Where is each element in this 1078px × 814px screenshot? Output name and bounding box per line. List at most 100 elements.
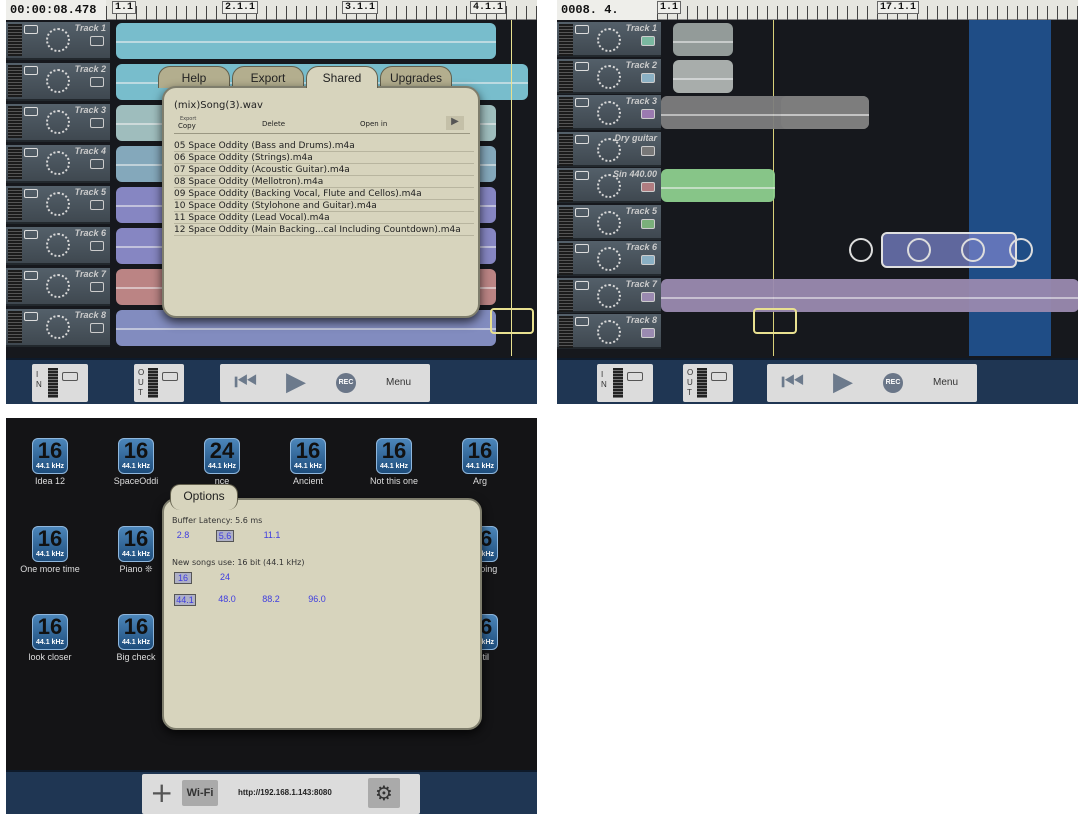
- add-song-button[interactable]: +: [150, 776, 173, 809]
- song-item[interactable]: 16 44.1 kHz look closer: [10, 614, 90, 662]
- delete-button[interactable]: Delete: [262, 120, 285, 128]
- pan-knob[interactable]: [46, 274, 70, 298]
- playhead[interactable]: [511, 20, 512, 356]
- file-list-item[interactable]: 07 Space Oddity (Acoustic Guitar).m4a: [174, 164, 474, 176]
- pan-knob[interactable]: [597, 283, 621, 308]
- file-list-item[interactable]: 11 Space Oddity (Lead Vocal).m4a: [174, 212, 474, 224]
- tab-upgrades[interactable]: Upgrades: [380, 66, 452, 88]
- audio-clip[interactable]: [661, 278, 1078, 312]
- track-mute-icon[interactable]: [641, 182, 655, 192]
- track-mute-icon[interactable]: [90, 159, 104, 169]
- track-record-arm-icon[interactable]: [575, 280, 589, 290]
- track-record-arm-icon[interactable]: [575, 25, 589, 34]
- bit-option-selected[interactable]: 16: [174, 572, 192, 584]
- file-list-item[interactable]: 12 Space Oddity (Main Backing...cal Incl…: [174, 224, 474, 236]
- clip-handle-trim-end[interactable]: [961, 238, 985, 262]
- track-mute-icon[interactable]: [641, 109, 655, 119]
- clip-handle-right[interactable]: [1009, 238, 1033, 262]
- track-record-arm-icon[interactable]: [24, 66, 38, 75]
- pan-knob[interactable]: [597, 247, 621, 271]
- tab-export[interactable]: Export: [232, 66, 304, 88]
- rewind-icon[interactable]: ⏮: [234, 366, 257, 398]
- menu-button[interactable]: Menu: [933, 377, 958, 388]
- audio-clip[interactable]: [116, 23, 496, 59]
- track-record-arm-icon[interactable]: [24, 189, 38, 198]
- file-list-item[interactable]: 05 Space Oddity (Bass and Drums).m4a: [174, 140, 474, 152]
- pan-knob[interactable]: [597, 210, 621, 235]
- song-item[interactable]: 16 44.1 kHz Not this one: [354, 438, 434, 486]
- track-record-arm-icon[interactable]: [575, 171, 589, 180]
- rate-option-selected[interactable]: 44.1: [174, 594, 196, 606]
- pan-knob[interactable]: [46, 151, 70, 175]
- audio-clip[interactable]: [661, 169, 775, 202]
- latency-option[interactable]: 11.1: [262, 530, 282, 540]
- rewind-icon[interactable]: ⏮: [781, 366, 804, 398]
- track-header[interactable]: Track 2: [557, 58, 661, 94]
- track-mute-icon[interactable]: [90, 77, 104, 87]
- track-record-arm-icon[interactable]: [24, 25, 38, 34]
- audio-clip[interactable]: [673, 59, 733, 93]
- selected-clip[interactable]: [881, 232, 1017, 268]
- track-mute-icon[interactable]: [641, 145, 655, 156]
- track-record-arm-icon[interactable]: [575, 244, 589, 253]
- track-header[interactable]: Track 8: [557, 314, 661, 349]
- record-button[interactable]: REC: [336, 373, 356, 393]
- track-record-arm-icon[interactable]: [24, 271, 38, 280]
- track-record-arm-icon[interactable]: [24, 230, 38, 239]
- timeline-ruler[interactable]: 0008. 4. 2.218 1.1 17.1.1: [557, 0, 1078, 37]
- track-header[interactable]: Track 1: [6, 22, 110, 60]
- song-item[interactable]: 16 44.1 kHz Idea 12: [10, 438, 90, 486]
- track-header[interactable]: Track 1: [557, 22, 661, 57]
- track-mute-icon[interactable]: [641, 36, 655, 46]
- track-header[interactable]: Track 3: [557, 95, 661, 130]
- track-header[interactable]: Track 5: [6, 186, 110, 224]
- track-record-arm-icon[interactable]: [24, 107, 38, 116]
- output-level[interactable]: OUT: [683, 364, 733, 402]
- track-record-arm-icon[interactable]: [24, 148, 38, 157]
- track-mute-icon[interactable]: [641, 291, 655, 302]
- latency-option-selected[interactable]: 5.6: [216, 530, 234, 542]
- track-header[interactable]: Sin 440.00: [557, 168, 661, 203]
- timeline-ruler[interactable]: 00:00:08.478 1.1 2.1.1 3.1.1 4.1.1: [6, 0, 537, 20]
- track-mute-icon[interactable]: [641, 328, 655, 338]
- pan-knob[interactable]: [46, 192, 70, 216]
- rate-option[interactable]: 48.0: [216, 594, 238, 604]
- tab-shared[interactable]: Shared: [306, 66, 378, 88]
- loop-handle[interactable]: [490, 308, 534, 334]
- tab-help[interactable]: Help: [158, 66, 230, 88]
- input-level[interactable]: IN: [597, 364, 653, 402]
- track-mute-icon[interactable]: [641, 218, 655, 229]
- play-icon[interactable]: ▶: [833, 366, 853, 397]
- track-header[interactable]: Track 6: [6, 227, 110, 265]
- track-header[interactable]: Track 3: [6, 104, 110, 142]
- pan-knob[interactable]: [597, 28, 621, 52]
- track-record-arm-icon[interactable]: [575, 61, 589, 71]
- track-header[interactable]: Track 6: [557, 241, 661, 276]
- pan-knob[interactable]: [597, 64, 621, 89]
- track-header[interactable]: Track 7: [6, 268, 110, 306]
- menu-button[interactable]: Menu: [386, 377, 411, 388]
- track-mute-icon[interactable]: [641, 255, 655, 265]
- track-header[interactable]: Track 2: [6, 63, 110, 101]
- clip-handle-left[interactable]: [849, 238, 873, 262]
- song-item[interactable]: 16 44.1 kHz SpaceOddi: [96, 438, 176, 486]
- file-list-item[interactable]: 08 Space Oddity (Mellotron).m4a: [174, 176, 474, 188]
- file-list-item[interactable]: 09 Space Oddity (Backing Vocal, Flute an…: [174, 188, 474, 200]
- song-item[interactable]: 24 44.1 kHz nce: [182, 438, 262, 486]
- input-level[interactable]: IN: [32, 364, 88, 402]
- track-header[interactable]: Dry guitar: [557, 131, 661, 167]
- song-item[interactable]: 16 44.1 kHz Arg: [440, 438, 520, 486]
- play-file-button[interactable]: ▶: [446, 116, 464, 130]
- track-mute-icon[interactable]: [90, 118, 104, 128]
- clip-handle-trim-start[interactable]: [907, 238, 931, 262]
- track-header[interactable]: Track 4: [6, 145, 110, 183]
- copy-button[interactable]: Copy: [178, 122, 196, 130]
- track-mute-icon[interactable]: [90, 36, 104, 46]
- track-record-arm-icon[interactable]: [575, 317, 589, 326]
- output-level[interactable]: OUT: [134, 364, 184, 402]
- rate-option[interactable]: 88.2: [260, 594, 282, 604]
- settings-gear-icon[interactable]: ⚙: [368, 778, 400, 808]
- track-header[interactable]: Track 7: [557, 277, 661, 313]
- rate-option[interactable]: 96.0: [306, 594, 328, 604]
- track-header[interactable]: Track 8: [6, 309, 110, 347]
